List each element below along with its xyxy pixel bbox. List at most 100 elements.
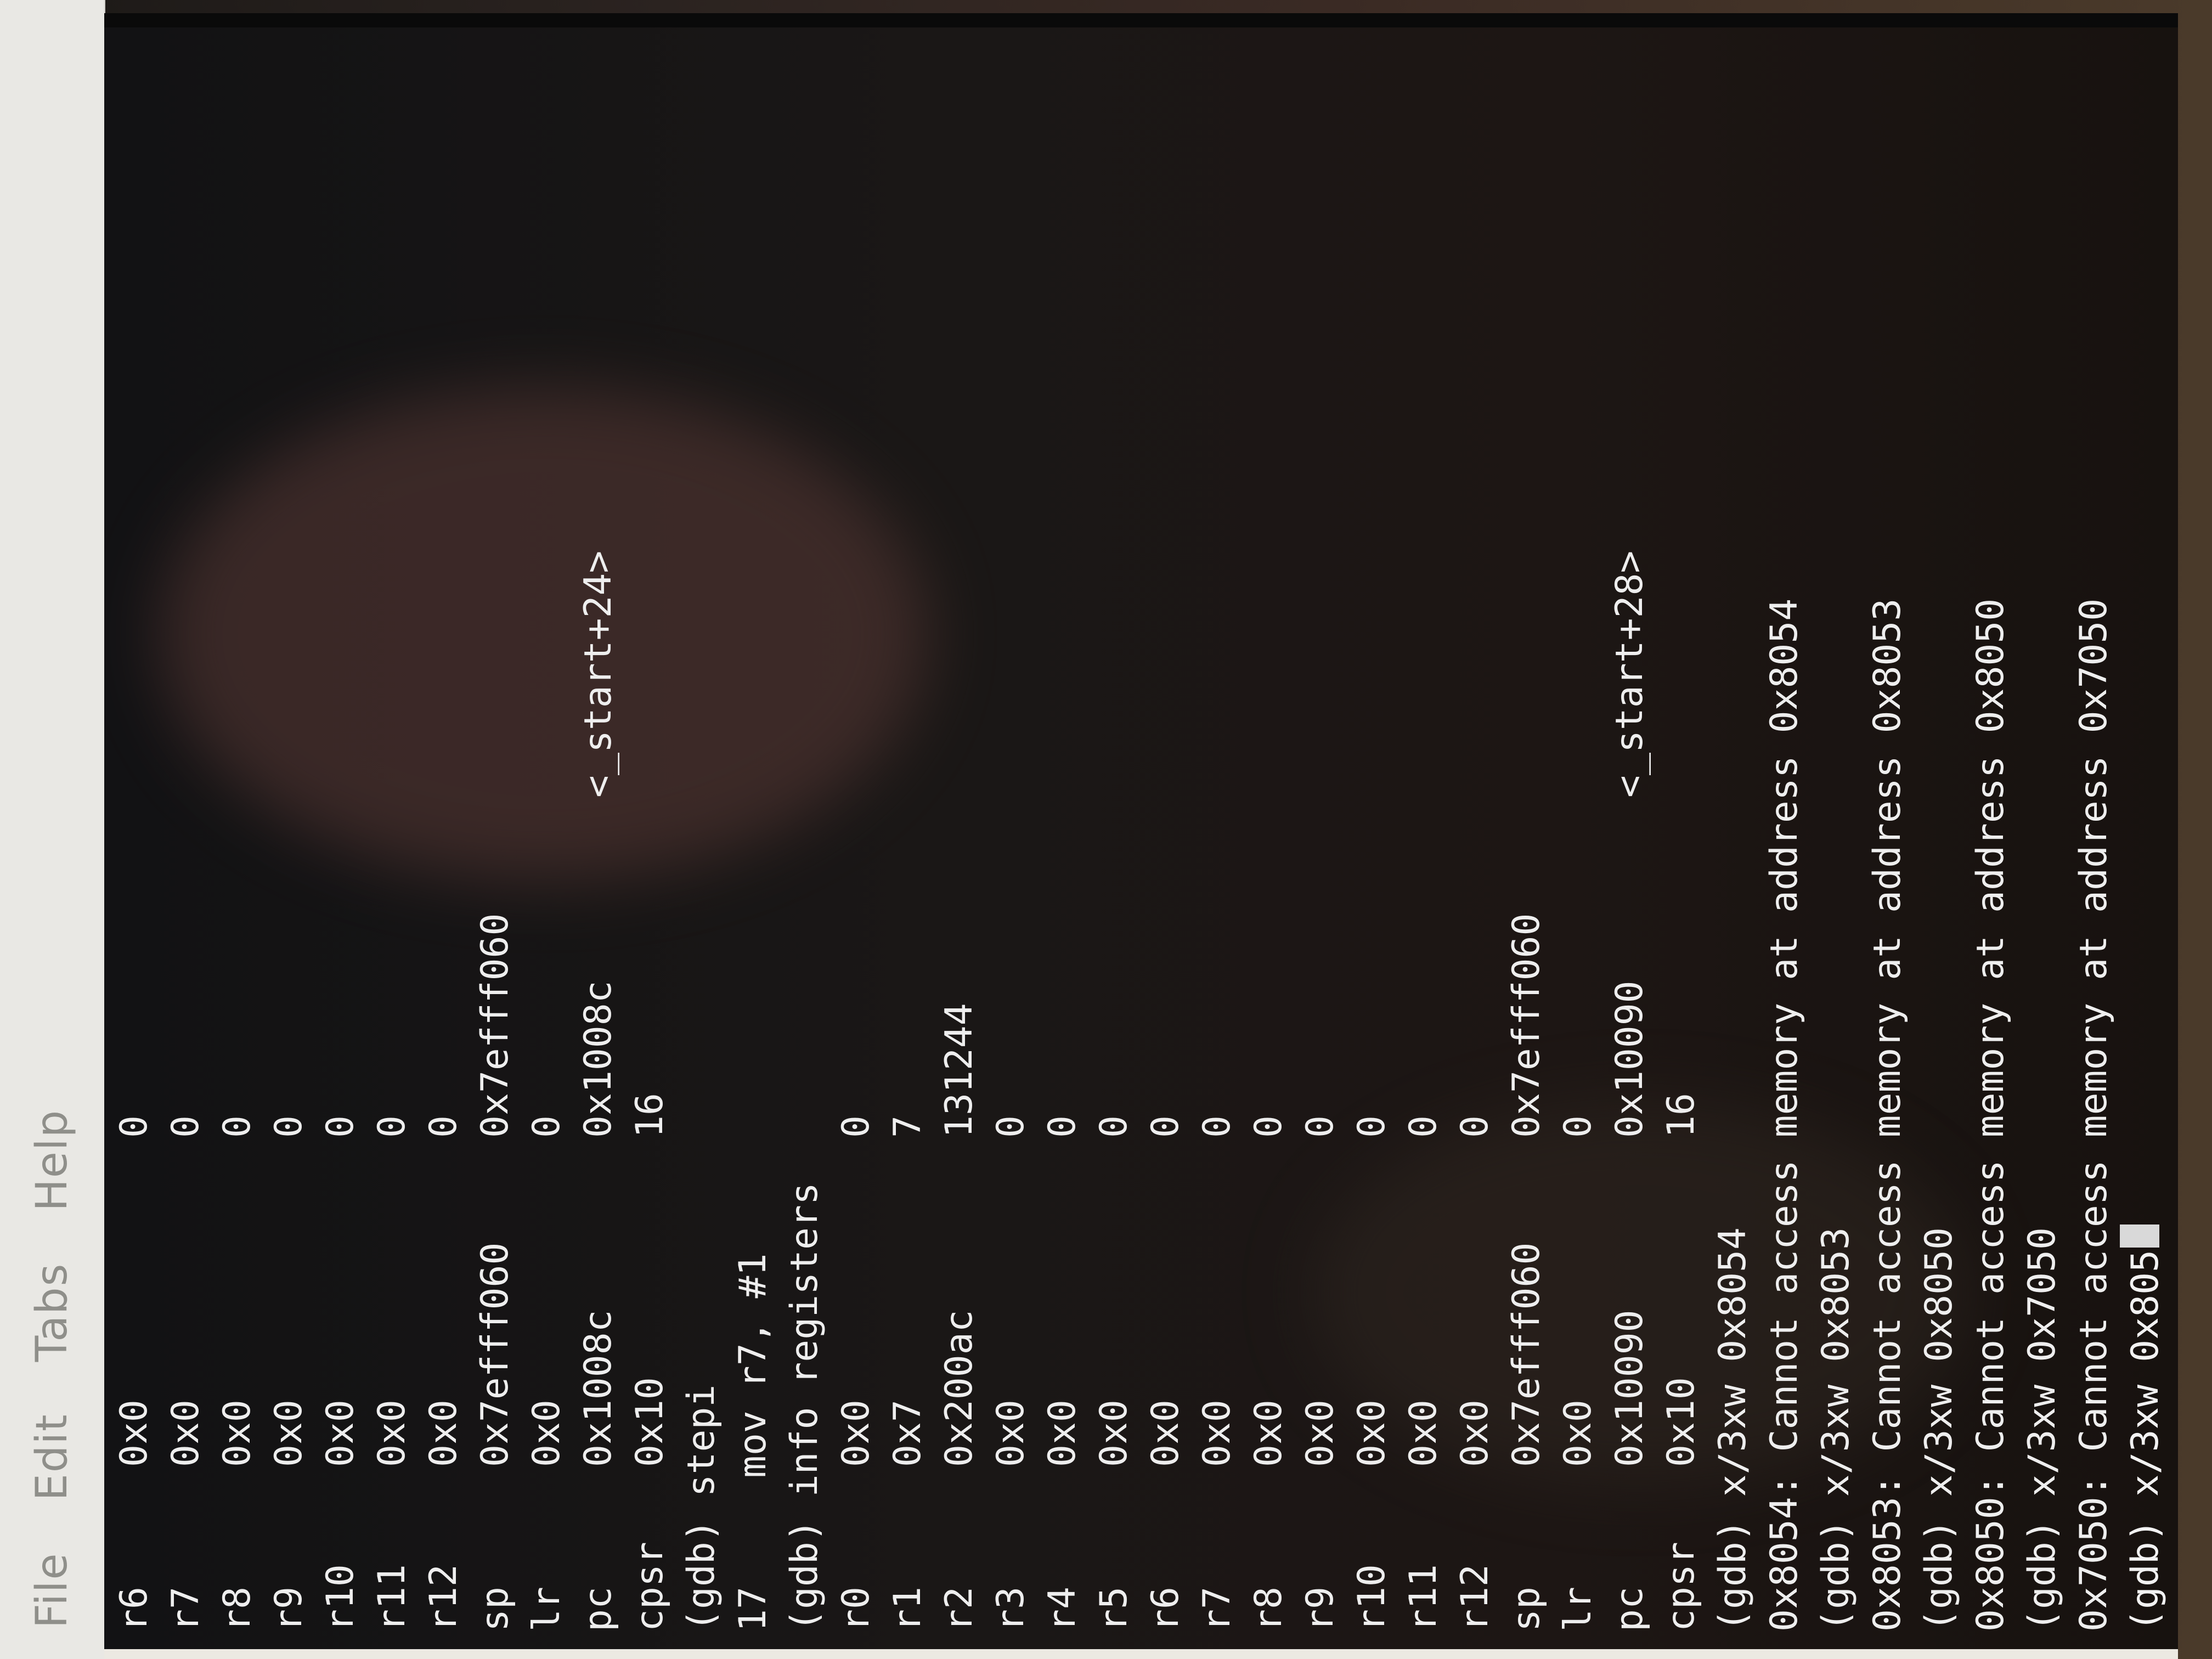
register-value: 0x1008c	[577, 980, 620, 1138]
register-value: 0	[1247, 1115, 1290, 1138]
terminal-text: (gdb) x/3xw 0x7050	[2021, 1227, 2064, 1632]
register-name: cpsr	[1660, 1542, 1703, 1632]
register-hex: 0x0	[267, 1400, 311, 1467]
register-name: lr	[525, 1587, 568, 1632]
register-hex: 0x0	[1092, 1400, 1136, 1467]
register-value: 0x7efff060	[473, 913, 517, 1138]
register-value: 0	[216, 1115, 259, 1138]
terminal-line: r1 0x7 7	[882, 27, 934, 1632]
terminal-line: 0x8050: Cannot access memory at address …	[1965, 27, 2017, 1632]
terminal-line: r10 0x0 0	[315, 27, 366, 1632]
terminal-line: lr 0x0 0	[521, 27, 573, 1632]
menu-help[interactable]: Help	[27, 1109, 77, 1211]
terminal-text: (gdb) x/3xw 0x8054	[1711, 1227, 1754, 1632]
register-hex: 0x0	[216, 1400, 259, 1467]
terminal-line: r4 0x0 0	[1037, 27, 1088, 1632]
gdb-input-line[interactable]: (gdb) x/3xw 0x805	[2120, 27, 2171, 1632]
register-value: 16	[1660, 1093, 1703, 1138]
terminal-line: 0x8053: Cannot access memory at address …	[1862, 27, 1914, 1632]
terminal-text: (gdb) info registers	[783, 1182, 826, 1632]
terminal-line: (gdb) x/3xw 0x7050	[2017, 27, 2068, 1632]
terminal-line: 0x7050: Cannot access memory at address …	[2068, 27, 2120, 1632]
register-hex: 0x0	[1299, 1400, 1342, 1467]
terminal-line: r7 0x0 0	[160, 27, 212, 1632]
register-value: 0	[1144, 1115, 1187, 1138]
register-hex: 0x200ac	[938, 1310, 981, 1467]
terminal-text: (gdb) x/3xw 0x8050	[1917, 1227, 1961, 1632]
register-name: r2	[938, 1587, 981, 1632]
register-name: r11	[1402, 1564, 1445, 1632]
menu-file[interactable]: File	[27, 1552, 77, 1628]
register-hex: 0x10090	[1608, 1310, 1651, 1467]
register-hex: 0x1008c	[577, 1310, 620, 1467]
register-name: r5	[1092, 1587, 1136, 1632]
register-hex: 0x0	[422, 1400, 465, 1467]
terminal-text: (gdb) stepi	[680, 1384, 723, 1632]
terminal-output: r6 0x0 0 r7 0x0 0 r8 0x0 0 r9 0x0 0 r10 0x0 0 r11 0x0 0 r1…	[109, 27, 2171, 1632]
menu-tabs[interactable]: Tabs	[27, 1263, 77, 1362]
register-name: r12	[422, 1564, 465, 1632]
register-hex: 0x0	[1453, 1400, 1497, 1467]
terminal-line: r3 0x0 0	[985, 27, 1037, 1632]
text-cursor	[2120, 1224, 2159, 1248]
terminal-line: 0x8054: Cannot access memory at address …	[1759, 27, 1810, 1632]
register-hex: 0x0	[1195, 1400, 1239, 1467]
terminal-window[interactable]: r6 0x0 0 r7 0x0 0 r8 0x0 0 r9 0x0 0 r10 0x0 0 r11 0x0 0 r1…	[104, 13, 2178, 1659]
register-value: 0	[1556, 1115, 1600, 1138]
register-value: 7	[886, 1115, 929, 1138]
terminal-line: r11 0x0 0	[1398, 27, 1449, 1632]
gdb-input-text[interactable]: (gdb) x/3xw 0x805	[2120, 1250, 2171, 1632]
register-hex: 0x7efff060	[1505, 1242, 1548, 1467]
register-name: r10	[319, 1564, 362, 1632]
register-name: pc	[577, 1587, 620, 1632]
register-hex: 0x0	[1144, 1400, 1187, 1467]
register-value: 0	[1041, 1115, 1084, 1138]
register-hex: 0x0	[989, 1400, 1032, 1467]
register-name: r6	[1144, 1587, 1187, 1632]
register-value: 0	[267, 1115, 311, 1138]
register-name: r11	[370, 1564, 414, 1632]
terminal-line: cpsr 0x10 16	[624, 27, 676, 1632]
register-hex: 0x0	[1402, 1400, 1445, 1467]
register-symbol: <_start+28>	[1608, 550, 1651, 798]
register-name: r9	[267, 1587, 311, 1632]
terminal-line: r6 0x0 0	[1140, 27, 1192, 1632]
terminal-text: 0x8053: Cannot access memory at address …	[1866, 598, 1909, 1632]
menu-edit[interactable]: Edit	[27, 1413, 77, 1500]
register-hex: 0x0	[112, 1400, 156, 1467]
terminal-line: r6 0x0 0	[109, 27, 160, 1632]
terminal-line: r11 0x0 0	[366, 27, 418, 1632]
terminal-line: 17 mov r7, #1	[727, 27, 779, 1632]
register-name: r1	[886, 1587, 929, 1632]
register-name: r9	[1299, 1587, 1342, 1632]
register-value: 0	[319, 1115, 362, 1138]
register-hex: mov r7, #1	[731, 1253, 775, 1478]
register-hex: 0x0	[164, 1400, 207, 1467]
terminal-line: (gdb) x/3xw 0x8054	[1707, 27, 1759, 1632]
register-symbol: <_start+24>	[577, 550, 620, 798]
register-name: sp	[473, 1587, 517, 1632]
register-hex: 0x0	[1556, 1400, 1600, 1467]
register-value: 0	[164, 1115, 207, 1138]
terminal-text: 0x7050: Cannot access memory at address …	[2072, 598, 2115, 1632]
register-name: 17	[731, 1587, 775, 1632]
register-name: lr	[1556, 1587, 1600, 1632]
register-hex: 0x0	[370, 1400, 414, 1467]
terminal-line: lr 0x0 0	[1553, 27, 1604, 1632]
register-name: r12	[1453, 1564, 1497, 1632]
register-hex: 0x0	[319, 1400, 362, 1467]
register-name: r8	[216, 1587, 259, 1632]
terminal-line: r10 0x0 0	[1346, 27, 1398, 1632]
register-hex: 0x0	[1041, 1400, 1084, 1467]
terminal-line: r9 0x0 0	[263, 27, 315, 1632]
register-hex: 0x7	[886, 1400, 929, 1467]
terminal-line: r0 0x0 0	[831, 27, 882, 1632]
register-value: 0	[834, 1115, 878, 1138]
terminal-line: r9 0x0 0	[1295, 27, 1346, 1632]
terminal-text: 0x8050: Cannot access memory at address …	[1969, 598, 2012, 1632]
register-name: sp	[1505, 1587, 1548, 1632]
terminal-line: cpsr 0x10 16	[1656, 27, 1707, 1632]
register-hex: 0x10	[1660, 1377, 1703, 1467]
menu-bar: File Edit Tabs Help	[0, 0, 105, 1659]
register-name: r4	[1041, 1587, 1084, 1632]
